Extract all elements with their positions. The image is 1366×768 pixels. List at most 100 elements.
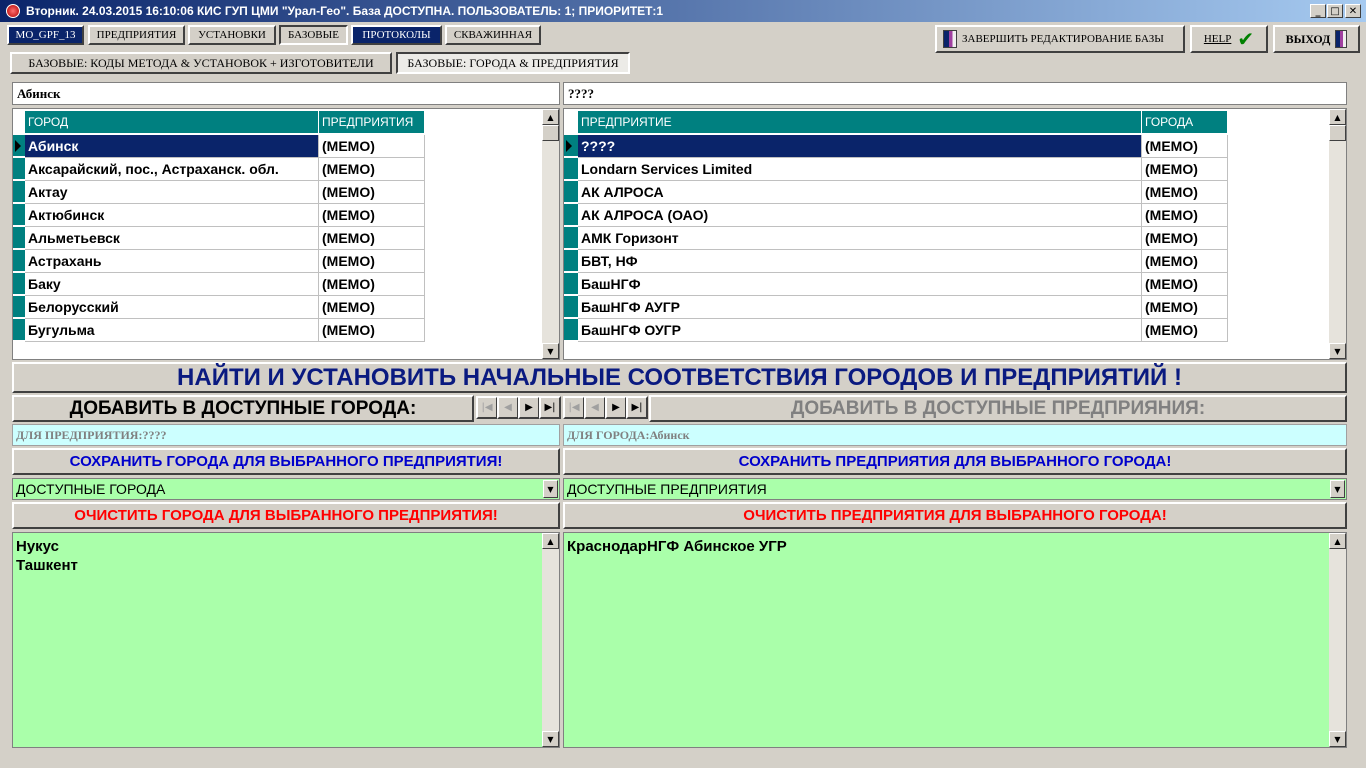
table-cell[interactable]: (MEMO)	[1142, 296, 1228, 319]
scroll-up-arrow-icon[interactable]: ▲	[1329, 533, 1346, 549]
add-cities-button[interactable]: ДОБАВИТЬ В ДОСТУПНЫЕ ГОРОДА:	[12, 395, 474, 422]
city-column-header[interactable]: ГОРОД	[25, 111, 319, 133]
row-indicator[interactable]	[564, 204, 578, 226]
table-cell[interactable]: (MEMO)	[319, 319, 425, 342]
nav-next-icon[interactable]: ▶	[518, 396, 540, 419]
table-cell[interactable]: БВТ, НФ	[578, 250, 1142, 273]
table-cell[interactable]: (MEMO)	[319, 273, 425, 296]
finish-edit-button[interactable]: ЗАВЕРШИТЬ РЕДАКТИРОВАНИЕ БАЗЫ	[935, 25, 1185, 53]
row-indicator[interactable]	[13, 204, 25, 226]
table-cell[interactable]: БашНГФ	[578, 273, 1142, 296]
scroll-up-arrow-icon[interactable]: ▲	[542, 109, 559, 125]
table-cell[interactable]: (MEMO)	[1142, 204, 1228, 227]
row-indicator[interactable]	[13, 273, 25, 295]
enterprises-grid[interactable]: ПРЕДПРИЯТИЕ ГОРОДА ???? (MEMO) Londarn Ser…	[563, 108, 1347, 360]
save-enterprises-button[interactable]: СОХРАНИТЬ ПРЕДПРИЯТИЯ ДЛЯ ВЫБРАННОГО ГОР…	[563, 448, 1347, 475]
table-cell[interactable]: ????	[578, 135, 1142, 158]
tab-codes[interactable]: БАЗОВЫЕ: КОДЫ МЕТОДА & УСТАНОВОК + ИЗГОТ…	[10, 52, 392, 74]
row-indicator[interactable]	[564, 181, 578, 203]
scroll-up-arrow-icon[interactable]: ▲	[1329, 109, 1346, 125]
table-cell[interactable]: Актюбинск	[25, 204, 319, 227]
enterprises-menu-button[interactable]: ПРЕДПРИЯТИЯ	[88, 25, 185, 45]
row-indicator[interactable]	[564, 296, 578, 318]
table-cell[interactable]: АМК Горизонт	[578, 227, 1142, 250]
well-menu-button[interactable]: СКВАЖИННАЯ	[445, 25, 541, 45]
table-cell[interactable]: (MEMO)	[319, 158, 425, 181]
minimize-button[interactable]: _	[1310, 4, 1326, 18]
chevron-down-icon[interactable]: ▼	[1330, 480, 1345, 498]
row-indicator[interactable]	[564, 319, 578, 341]
table-cell[interactable]: Баку	[25, 273, 319, 296]
scroll-thumb[interactable]	[542, 125, 559, 141]
table-cell[interactable]: Аксарайский, пос., Астраханск. обл.	[25, 158, 319, 181]
table-cell[interactable]: (MEMO)	[1142, 250, 1228, 273]
chevron-down-icon[interactable]: ▼	[543, 480, 558, 498]
enterprises-column-header[interactable]: ПРЕДПРИЯТИЯ	[319, 111, 425, 133]
nav-last-icon[interactable]: ▶|	[626, 396, 648, 419]
installs-menu-button[interactable]: УСТАНОВКИ	[188, 25, 276, 45]
row-indicator[interactable]	[13, 296, 25, 318]
enterprise-column-header[interactable]: ПРЕДПРИЯТИЕ	[578, 111, 1142, 133]
nav-prev-icon[interactable]: ◀	[584, 396, 606, 419]
table-cell[interactable]: (MEMO)	[319, 204, 425, 227]
table-cell[interactable]: Бугульма	[25, 319, 319, 342]
tab-cities-enterprises[interactable]: БАЗОВЫЕ: ГОРОДА & ПРЕДПРИЯТИЯ	[396, 52, 630, 74]
scroll-down-arrow-icon[interactable]: ▼	[542, 343, 559, 359]
row-indicator[interactable]	[564, 158, 578, 180]
row-indicator[interactable]	[13, 250, 25, 272]
row-indicator[interactable]	[13, 227, 25, 249]
scroll-up-arrow-icon[interactable]: ▲	[542, 533, 559, 549]
available-enterprises-select[interactable]: ДОСТУПНЫЕ ПРЕДПРИЯТИЯ ▼	[563, 478, 1347, 500]
nav-first-icon[interactable]: |◀	[476, 396, 498, 419]
nav-next-icon[interactable]: ▶	[605, 396, 627, 419]
table-cell[interactable]: (MEMO)	[1142, 158, 1228, 181]
help-button[interactable]: HELP ✔	[1190, 25, 1268, 53]
row-indicator[interactable]	[564, 273, 578, 295]
clear-cities-button[interactable]: ОЧИСТИТЬ ГОРОДА ДЛЯ ВЫБРАННОГО ПРЕДПРИЯТ…	[12, 502, 560, 529]
table-cell[interactable]: (MEMO)	[1142, 273, 1228, 296]
scroll-down-arrow-icon[interactable]: ▼	[1329, 343, 1346, 359]
scroll-thumb[interactable]	[1329, 125, 1346, 141]
row-indicator[interactable]	[13, 158, 25, 180]
enterprise-search-input[interactable]: ????	[563, 82, 1347, 105]
mo-button[interactable]: MO_GPF_13	[7, 25, 84, 45]
close-button[interactable]: ✕	[1345, 4, 1361, 18]
table-cell[interactable]: (MEMO)	[1142, 135, 1228, 158]
table-cell[interactable]: (MEMO)	[1142, 319, 1228, 342]
table-cell[interactable]: (MEMO)	[319, 135, 425, 158]
table-cell[interactable]: (MEMO)	[319, 181, 425, 204]
clear-enterprises-button[interactable]: ОЧИСТИТЬ ПРЕДПРИЯТИЯ ДЛЯ ВЫБРАННОГО ГОРО…	[563, 502, 1347, 529]
save-cities-button[interactable]: СОХРАНИТЬ ГОРОДА ДЛЯ ВЫБРАННОГО ПРЕДПРИЯ…	[12, 448, 560, 475]
protocols-menu-button[interactable]: ПРОТОКОЛЫ	[351, 25, 442, 45]
enterprises-scrollbar[interactable]: ▲ ▼	[1329, 109, 1346, 359]
table-cell[interactable]: БашНГФ АУГР	[578, 296, 1142, 319]
memo-scrollbar[interactable]: ▲ ▼	[542, 533, 559, 747]
table-cell[interactable]: (MEMO)	[1142, 227, 1228, 250]
table-cell[interactable]: АК АЛРОСА	[578, 181, 1142, 204]
table-cell[interactable]: Абинск	[25, 135, 319, 158]
table-cell[interactable]: Londarn Services Limited	[578, 158, 1142, 181]
row-indicator[interactable]	[564, 227, 578, 249]
table-cell[interactable]: Актау	[25, 181, 319, 204]
exit-button[interactable]: ВЫХОД	[1273, 25, 1360, 53]
scroll-down-arrow-icon[interactable]: ▼	[542, 731, 559, 747]
current-row-pointer-icon[interactable]	[564, 135, 578, 157]
memo-scrollbar[interactable]: ▲ ▼	[1329, 533, 1346, 747]
table-cell[interactable]: БашНГФ ОУГР	[578, 319, 1142, 342]
row-indicator[interactable]	[564, 250, 578, 272]
add-enterprises-button[interactable]: ДОБАВИТЬ В ДОСТУПНЫЕ ПРЕДПРИЯНИЯ:	[649, 395, 1347, 422]
maximize-button[interactable]: □	[1327, 4, 1343, 18]
table-cell[interactable]: (MEMO)	[319, 227, 425, 250]
cities-memo[interactable]: Нукус Ташкент ▲ ▼	[12, 532, 560, 748]
find-correspondences-button[interactable]: НАЙТИ И УСТАНОВИТЬ НАЧАЛЬНЫЕ СООТВЕТСТВИ…	[12, 362, 1347, 393]
enterprises-memo[interactable]: КраснодарНГФ Абинское УГР ▲ ▼	[563, 532, 1347, 748]
row-indicator[interactable]	[13, 319, 25, 341]
available-cities-select[interactable]: ДОСТУПНЫЕ ГОРОДА ▼	[12, 478, 560, 500]
table-cell[interactable]: Белорусский	[25, 296, 319, 319]
cities-scrollbar[interactable]: ▲ ▼	[542, 109, 559, 359]
table-cell[interactable]: (MEMO)	[1142, 181, 1228, 204]
row-indicator[interactable]	[13, 181, 25, 203]
current-row-pointer-icon[interactable]	[13, 135, 25, 157]
nav-prev-icon[interactable]: ◀	[497, 396, 519, 419]
city-search-input[interactable]: Абинск	[12, 82, 560, 105]
